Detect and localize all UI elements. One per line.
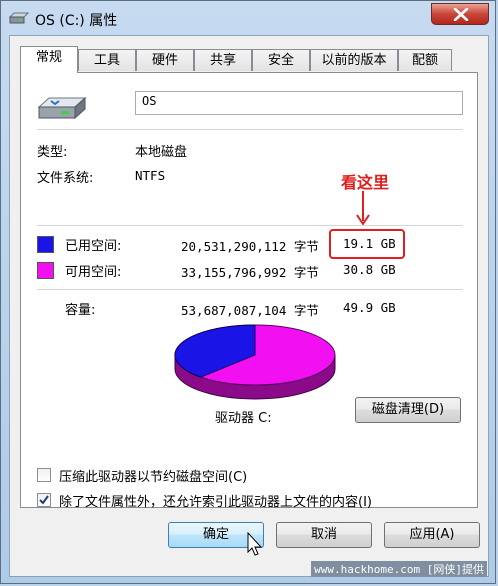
filesystem-label: 文件系统:	[37, 171, 94, 186]
tab-quota[interactable]: 配额	[398, 49, 452, 71]
free-space-swatch	[37, 262, 54, 279]
apply-button[interactable]: 应用(A)	[384, 522, 480, 548]
tab-tools[interactable]: 工具	[78, 49, 136, 71]
annotation-arrow-icon	[356, 191, 370, 226]
used-space-swatch	[37, 236, 54, 253]
tab-sharing[interactable]: 共享	[194, 49, 252, 71]
tab-previous-versions[interactable]: 以前的版本	[310, 49, 398, 71]
close-icon	[453, 8, 469, 21]
general-panel: OS 类型: 本地磁盘 文件系统: NTFS 看这里 已用空间: 20,531,…	[20, 72, 478, 510]
checkmark-icon	[39, 495, 49, 505]
volume-name-input[interactable]: OS	[135, 91, 463, 115]
watermark-text: www.hackhome.com [网侠]提供	[311, 561, 487, 577]
annotation-text: 看这里	[341, 173, 390, 192]
separator	[37, 289, 463, 290]
free-space-gb: 30.8 GB	[343, 262, 396, 277]
window-title: OS (C:) 属性	[35, 13, 118, 29]
capacity-gb: 49.9 GB	[343, 300, 396, 315]
type-value: 本地磁盘	[135, 145, 188, 160]
disk-usage-pie-chart	[174, 324, 336, 400]
compress-checkbox[interactable]	[37, 468, 51, 482]
drive-icon	[9, 12, 29, 24]
filesystem-value: NTFS	[135, 168, 166, 183]
hard-drive-icon	[37, 96, 87, 120]
disk-cleanup-button[interactable]: 磁盘清理(D)	[355, 397, 461, 423]
compress-label: 压缩此驱动器以节约磁盘空间(C)	[59, 470, 248, 485]
properties-window: OS (C:) 属性 常规 工具 硬件 共享 安全 以前的版本 配额 OS 类型…	[0, 0, 496, 584]
type-label: 类型:	[37, 145, 68, 160]
separator	[37, 225, 463, 226]
tab-security[interactable]: 安全	[252, 49, 310, 71]
capacity-bytes: 53,687,087,104 字节	[181, 303, 319, 318]
close-button[interactable]	[431, 3, 489, 25]
separator	[37, 129, 463, 130]
used-space-label: 已用空间:	[65, 239, 122, 254]
tab-general[interactable]: 常规	[20, 46, 78, 73]
used-space-bytes: 20,531,290,112 字节	[181, 239, 319, 254]
index-label: 除了文件属性外，还允许索引此驱动器上文件的内容(I)	[59, 495, 372, 510]
annotation-highlight	[329, 229, 405, 259]
drive-letter-label: 驱动器 C:	[215, 411, 272, 426]
free-space-bytes: 33,155,796,992 字节	[181, 265, 319, 280]
title-bar[interactable]: OS (C:) 属性	[1, 1, 495, 35]
cancel-button[interactable]: 取消	[276, 522, 372, 548]
tab-hardware[interactable]: 硬件	[136, 49, 194, 71]
capacity-label: 容量:	[65, 303, 96, 318]
dialog-client: 常规 工具 硬件 共享 安全 以前的版本 配额 OS 类型: 本地磁盘 文件系统…	[9, 35, 489, 577]
mouse-cursor-icon	[247, 532, 263, 556]
free-space-label: 可用空间:	[65, 265, 122, 280]
index-checkbox[interactable]	[37, 493, 51, 507]
